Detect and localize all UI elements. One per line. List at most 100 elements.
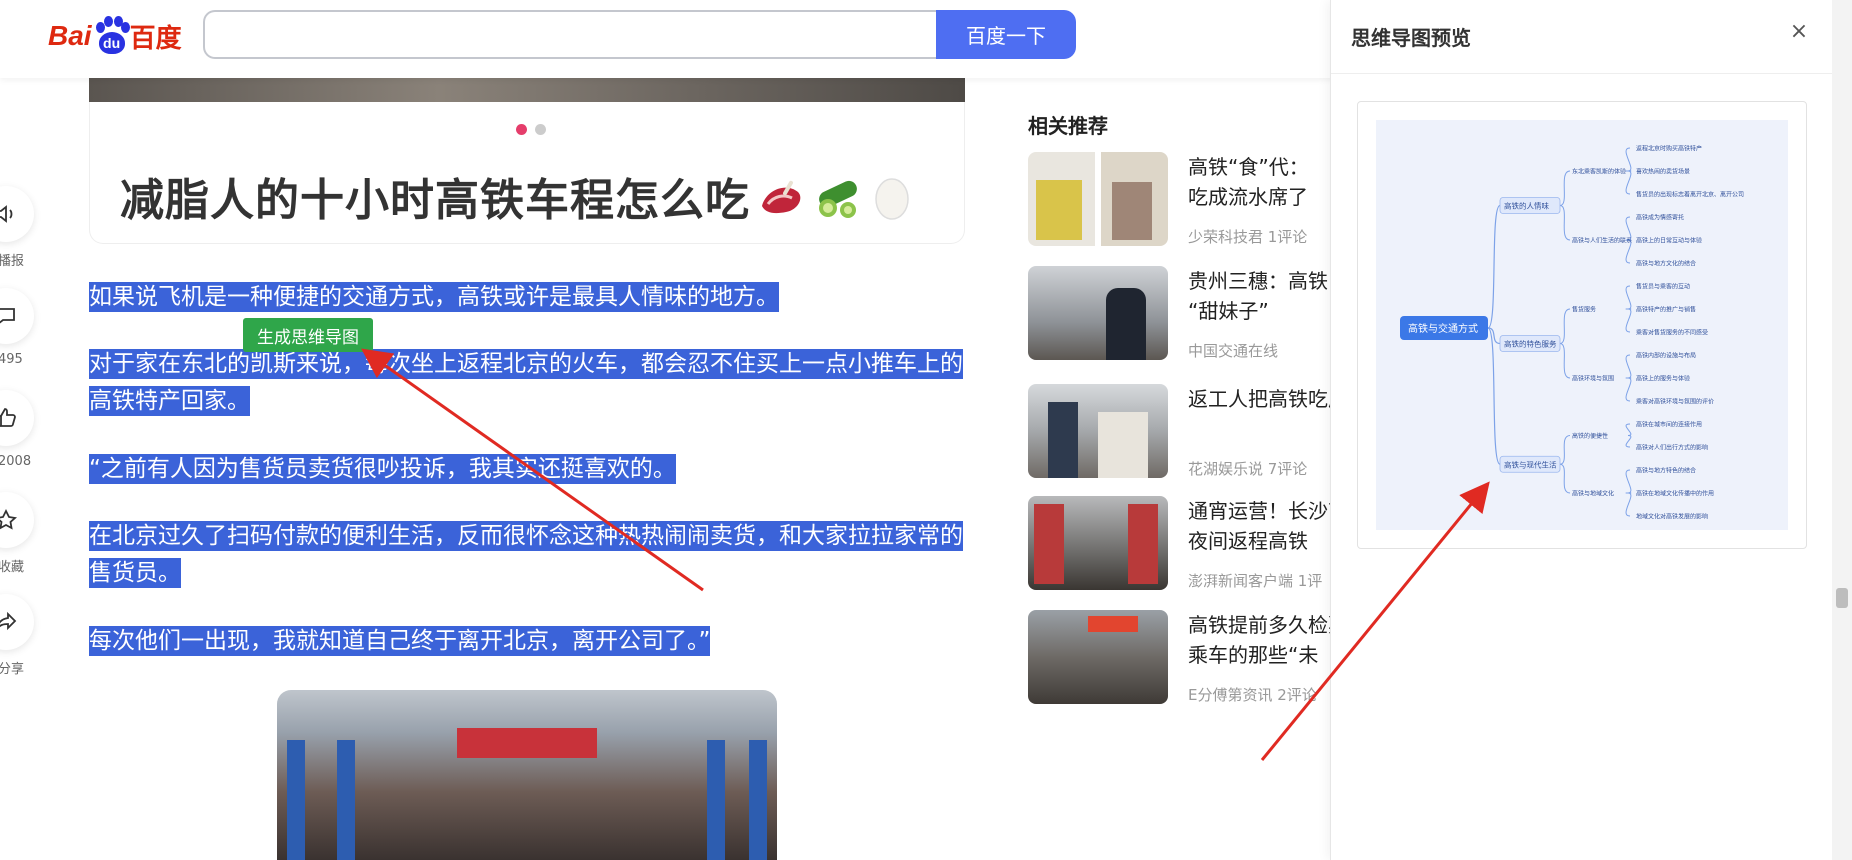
mindmap-link	[1559, 170, 1571, 206]
share-icon	[0, 594, 34, 650]
mindmap-leaf: 高铁与地方文化的结合	[1636, 260, 1696, 268]
mindmap-diagram: 返程北京时购买高铁特产喜欢热闹的卖货场景售货员的出现标志着离开北京、离开公司 东北…	[1400, 145, 1744, 521]
generate-mindmap-button[interactable]: 生成思维导图	[243, 318, 373, 352]
mindmap-link	[1559, 308, 1571, 344]
related-item[interactable]: 高铁“食”代： 吃成流水席了 少荣科技君 1评论	[1028, 152, 1328, 252]
mindmap-leaf: 高铁成为情感寄托	[1636, 214, 1684, 222]
mindmap-leaf: 高铁上的服务与体验	[1636, 375, 1690, 383]
related-thumbnail	[1028, 496, 1168, 590]
mindmap-leaf: 售货员的出现标志着离开北京、离开公司	[1636, 191, 1744, 199]
mindmap-subtopic: 东北乘客凯斯的体验	[1572, 168, 1626, 176]
mindmap-subtopic: 高铁的便捷性	[1572, 432, 1608, 440]
rail-item-comments[interactable]: 495	[0, 288, 38, 390]
mindmap-link	[1625, 377, 1632, 402]
mindmap-leaf: 乘客对高铁环境与氛围的评价	[1636, 398, 1714, 406]
mindmap-link	[1625, 170, 1632, 195]
page: Bai du 百度 百度一下 播报 495 2008 收藏 分享 减脂人的十小时…	[0, 0, 1852, 860]
rail-item-share[interactable]: 分享	[0, 594, 38, 696]
related-headline: 高铁“食”代： 吃成流水席了	[1188, 155, 1309, 209]
mindmap-leaf: 高铁特产的推广与销售	[1636, 306, 1696, 314]
mindmap-leaf: 喜欢热闹的卖货场景	[1636, 168, 1690, 176]
article-paragraph: “之前有人因为售货员卖货很吵投诉，我其实还挺喜欢的。	[89, 451, 969, 488]
related-meta: 花湖娱乐说 7评论	[1188, 460, 1308, 478]
mindmap-link	[1559, 435, 1571, 465]
mindmap-branch: 高铁的人情味	[1504, 201, 1549, 211]
rail-label: 2008	[0, 454, 32, 469]
mindmap-subtopic: 高铁环境与氛围	[1572, 375, 1614, 383]
mindmap-link	[1487, 327, 1501, 465]
rail-item-like[interactable]: 2008	[0, 390, 38, 492]
search-input[interactable]	[203, 10, 937, 59]
paragraph-text: “之前有人因为售货员卖货很吵投诉，我其实还挺喜欢的。	[89, 454, 676, 484]
close-icon[interactable]: ×	[1787, 20, 1811, 44]
article-paragraph: 对于家在东北的凯斯来说，每次坐上返程北京的火车，都会忍不住买上一点小推车上的高铁…	[89, 346, 969, 420]
mindmap-canvas[interactable]: 返程北京时购买高铁特产 喜欢热闹的卖货场景 售货员的出现标志着离开北京、离开公司 东北…	[1376, 120, 1788, 530]
article-paragraph: 如果说飞机是一种便捷的交通方式，高铁或许是最具人情味的地方。	[89, 279, 969, 316]
carousel-dots[interactable]	[516, 124, 546, 135]
mindmap-branch: 高铁与现代生活	[1504, 459, 1557, 469]
related-title: 相关推荐	[1028, 114, 1108, 138]
panel-title: 思维导图预览	[1351, 26, 1471, 50]
mindmap-leaf: 高铁与地方特色的结合	[1636, 467, 1696, 475]
related-thumbnail	[1028, 610, 1168, 704]
mindmap-preview-panel: 思维导图预览 × 返程北京时购买高铁特产 喜欢热闹的卖货场景 售货员的出现标志着离开…	[1330, 0, 1833, 860]
baidu-logo[interactable]: Bai du 百度	[48, 14, 182, 58]
related-headline: 高铁提前多久检票 乘车的那些“未	[1188, 613, 1348, 667]
scrollbar-thumb[interactable]	[1836, 588, 1848, 608]
related-headline: 通宵运营！长沙南 夜间返程高铁	[1188, 499, 1348, 553]
related-item[interactable]: 高铁提前多久检票 乘车的那些“未 E分傅第资讯 2评论	[1028, 610, 1348, 710]
related-meta: E分傅第资讯 2评论	[1188, 686, 1317, 704]
paragraph-text: 对于家在东北的凯斯来说，每次坐上返程北京的火车，都会忍不住买上一点小推车上的高铁…	[89, 349, 963, 416]
mindmap-leaf: 高铁对人们出行方式的影响	[1636, 444, 1708, 452]
paragraph-text: 每次他们一出现，我就知道自己终于离开北京，离开公司了。”	[89, 626, 711, 656]
scrollbar[interactable]	[1832, 0, 1852, 860]
action-rail: 播报 495 2008 收藏 分享	[0, 186, 38, 696]
search-button[interactable]: 百度一下	[936, 10, 1076, 59]
related-headline: 贵州三穗：高铁 “甜妹子”	[1188, 269, 1328, 323]
mindmap-link	[1625, 423, 1632, 436]
related-item[interactable]: 贵州三穗：高铁 “甜妹子” 中国交通在线	[1028, 266, 1328, 366]
mindmap-link	[1625, 147, 1632, 172]
card-title: 减脂人的十小时高铁车程怎么吃	[120, 164, 912, 232]
mindmap-leaf: 高铁内部的设施与布局	[1636, 352, 1696, 360]
mindmap-subtopic: 售货服务	[1572, 306, 1596, 314]
mindmap-leaf: 售货员与乘客的互动	[1636, 283, 1690, 291]
egg-icon	[872, 175, 912, 232]
logo-bai-text: Bai	[48, 20, 92, 51]
mindmap-frame: 返程北京时购买高铁特产 喜欢热闹的卖货场景 售货员的出现标志着离开北京、离开公司 东北…	[1357, 101, 1807, 549]
mindmap-link	[1487, 204, 1501, 329]
related-thumbnail	[1028, 384, 1168, 478]
mindmap-link	[1559, 463, 1571, 494]
rail-label: 分享	[0, 662, 25, 677]
mindmap-link	[1625, 469, 1632, 494]
related-thumbnail	[1028, 152, 1168, 246]
mindmap-subtopic: 高铁与地域文化	[1572, 490, 1614, 498]
mindmap-leaf: 地域文化对高铁发展的影响	[1636, 513, 1708, 521]
mindmap-root: 高铁与交通方式	[1408, 322, 1478, 335]
rail-label: 播报	[0, 254, 25, 269]
mindmap-branch: 高铁的特色服务	[1504, 339, 1557, 349]
train-photo	[277, 690, 777, 860]
related-meta: 澎湃新闻客户端 1评	[1188, 572, 1323, 590]
paragraph-text: 如果说飞机是一种便捷的交通方式，高铁或许是最具人情味的地方。	[89, 282, 779, 312]
related-item[interactable]: 返工人把高铁吃成 花湖娱乐说 7评论	[1028, 384, 1348, 484]
rail-item-broadcast[interactable]: 播报	[0, 186, 38, 288]
mindmap-leaf: 高铁在城市间的连接作用	[1636, 421, 1702, 429]
rail-label: 495	[0, 352, 23, 367]
mindmap-link	[1625, 285, 1632, 310]
logo-baidu-text: 百度	[129, 23, 182, 54]
rail-item-favorite[interactable]: 收藏	[0, 492, 38, 594]
mindmap-link	[1625, 492, 1632, 517]
related-meta: 中国交通在线	[1188, 342, 1279, 360]
like-icon	[0, 390, 34, 446]
related-thumbnail	[1028, 266, 1168, 360]
related-item[interactable]: 通宵运营！长沙南 夜间返程高铁 澎湃新闻客户端 1评	[1028, 496, 1348, 596]
article-card[interactable]: 减脂人的十小时高铁车程怎么吃	[89, 102, 965, 244]
comment-icon	[0, 288, 34, 344]
paw-icon: du	[94, 16, 130, 56]
mindmap-subtopic: 高铁与人们生活的联系	[1572, 237, 1632, 245]
logo-du-text: du	[98, 32, 125, 54]
card-photo-strip	[89, 78, 965, 102]
card-title-text: 减脂人的十小时高铁车程怎么吃	[120, 175, 750, 226]
rail-label: 收藏	[0, 560, 25, 575]
